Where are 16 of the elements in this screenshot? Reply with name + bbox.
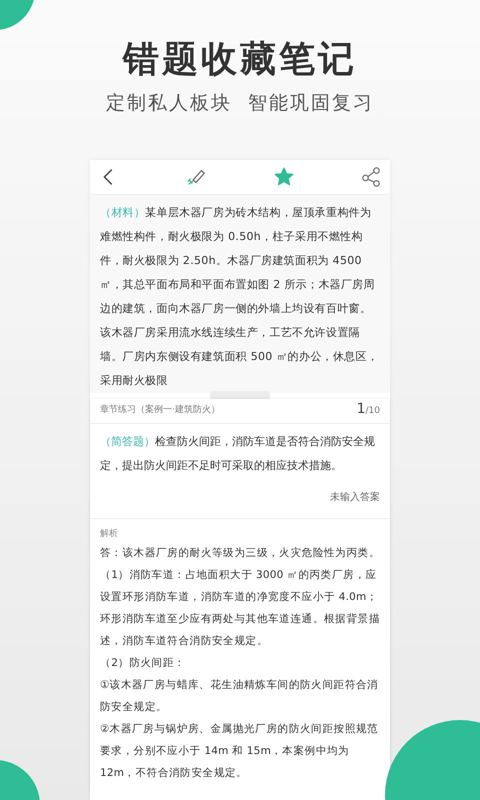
analysis-paragraph: （2）防火间距： bbox=[100, 656, 186, 671]
analysis-paragraph: ②木器厂房与锅炉房、金属抛光厂房的防火间距按照规范要求，分别不应小于 14m 和 15m，本案例中均为 12m，不符合消防安全规定。 bbox=[100, 722, 380, 781]
question-text: （简答题）检查防火间距，消防车道是否符合消防安全规定，提出防火间距不足时可采取的相应技术措施。 bbox=[100, 434, 376, 474]
question-counter: 1/10 bbox=[356, 401, 380, 417]
share-icon[interactable] bbox=[360, 166, 382, 188]
analysis-paragraph: 答：该木器厂房的耐火等级为三级，火灾危险性为丙类。 bbox=[100, 546, 380, 561]
headline: 错题收藏笔记 bbox=[123, 38, 357, 82]
star-icon[interactable] bbox=[272, 166, 295, 188]
drag-handle[interactable] bbox=[210, 391, 270, 399]
subheadline: 定制私人板块 智能巩固复习 bbox=[106, 91, 374, 116]
analysis-paragraph: （1）消防车道：占地面积大于 3000 ㎡的丙类厂房，应设置环形消防车道，消防车道的净宽度不应小于 4.0m；环形消防车道至少应有两处与其他车道连通。根据背景描述，消防车道符合消防安全规定。 bbox=[100, 568, 380, 649]
analysis-paragraph: ①该木器厂房与蜡库、花生油精炼车间的防火间距符合消防安全规定。 bbox=[100, 678, 380, 715]
answer-status[interactable]: 未输入答案 bbox=[100, 490, 380, 510]
material-text: （材料）某单层木器厂房为砖木结构，屋顶承重构件为难燃性构件，耐火极限为 0.50h，柱子采用不燃性构件，耐火极限为 2.50h。木器厂房建筑面积为 4500 ㎡，其总平面布局和平面布置如图 2 所示；木器厂房周边的建筑，面向木器厂房一侧的外墙上均设有百叶窗。该木器厂房采用流水线连续生产，工艺不允许设置隔墙。厂房内东侧设有建筑面积 500 ㎡的办公，休息区，采用耐火极限 bbox=[100, 205, 380, 389]
chapter-label: 章节练习（案例一·建筑防火） bbox=[100, 403, 220, 416]
analysis-heading: 解析 bbox=[100, 528, 119, 540]
